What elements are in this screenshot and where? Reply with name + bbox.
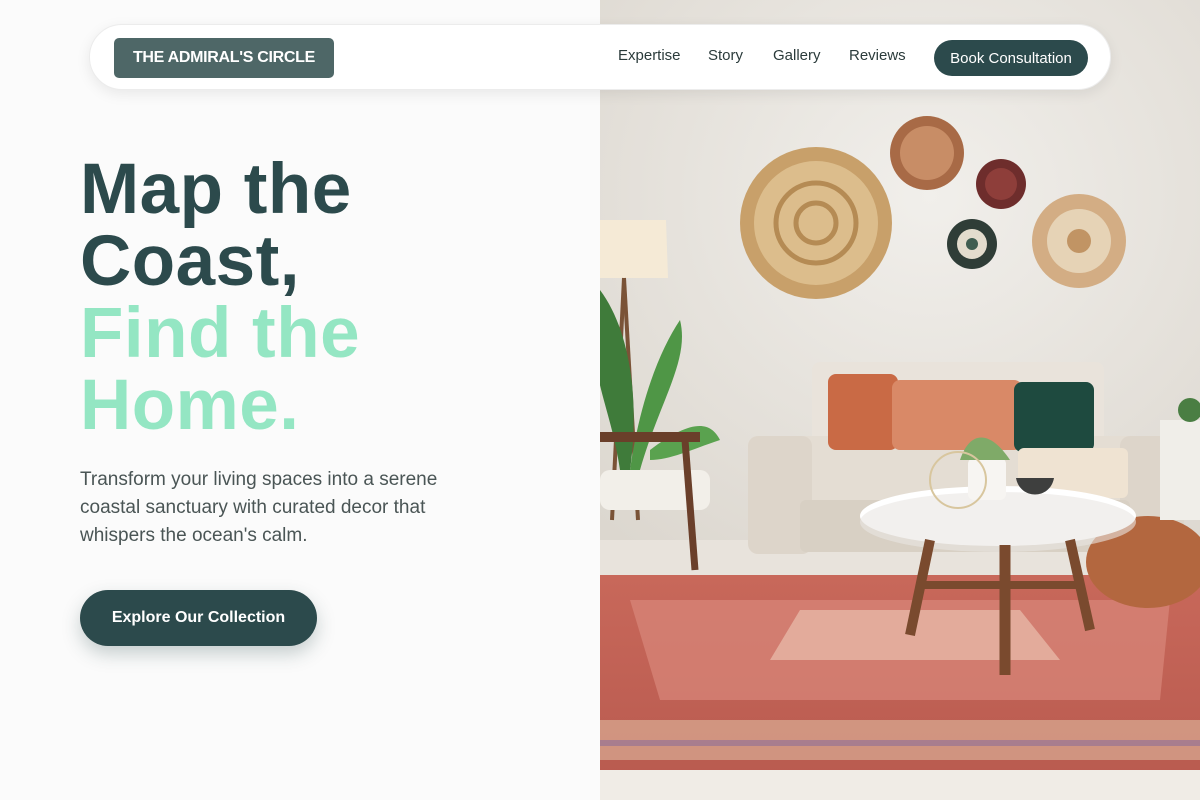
- brand-logo[interactable]: THE ADMIRAL'S CIRCLE: [114, 38, 334, 78]
- nav-link-expertise[interactable]: Expertise: [618, 47, 681, 64]
- headline-line-1: Map the: [80, 150, 352, 229]
- book-consultation-button[interactable]: Book Consultation: [934, 40, 1088, 76]
- nav-link-story[interactable]: Story: [708, 47, 743, 64]
- headline-line-3: Find the: [80, 294, 361, 373]
- headline-line-4: Home.: [80, 366, 300, 445]
- headline-line-2: Coast,: [80, 222, 300, 301]
- nav-link-reviews[interactable]: Reviews: [849, 47, 906, 64]
- hero-image: [600, 0, 1200, 800]
- hero-subtext: Transform your living spaces into a sere…: [80, 469, 438, 546]
- hero-headline: Map the Coast, Find the Home.: [80, 154, 360, 442]
- explore-collection-button[interactable]: Explore Our Collection: [80, 590, 317, 646]
- nav-link-gallery[interactable]: Gallery: [773, 47, 821, 64]
- navbar: THE ADMIRAL'S CIRCLE Expertise Story Gal…: [89, 24, 1111, 90]
